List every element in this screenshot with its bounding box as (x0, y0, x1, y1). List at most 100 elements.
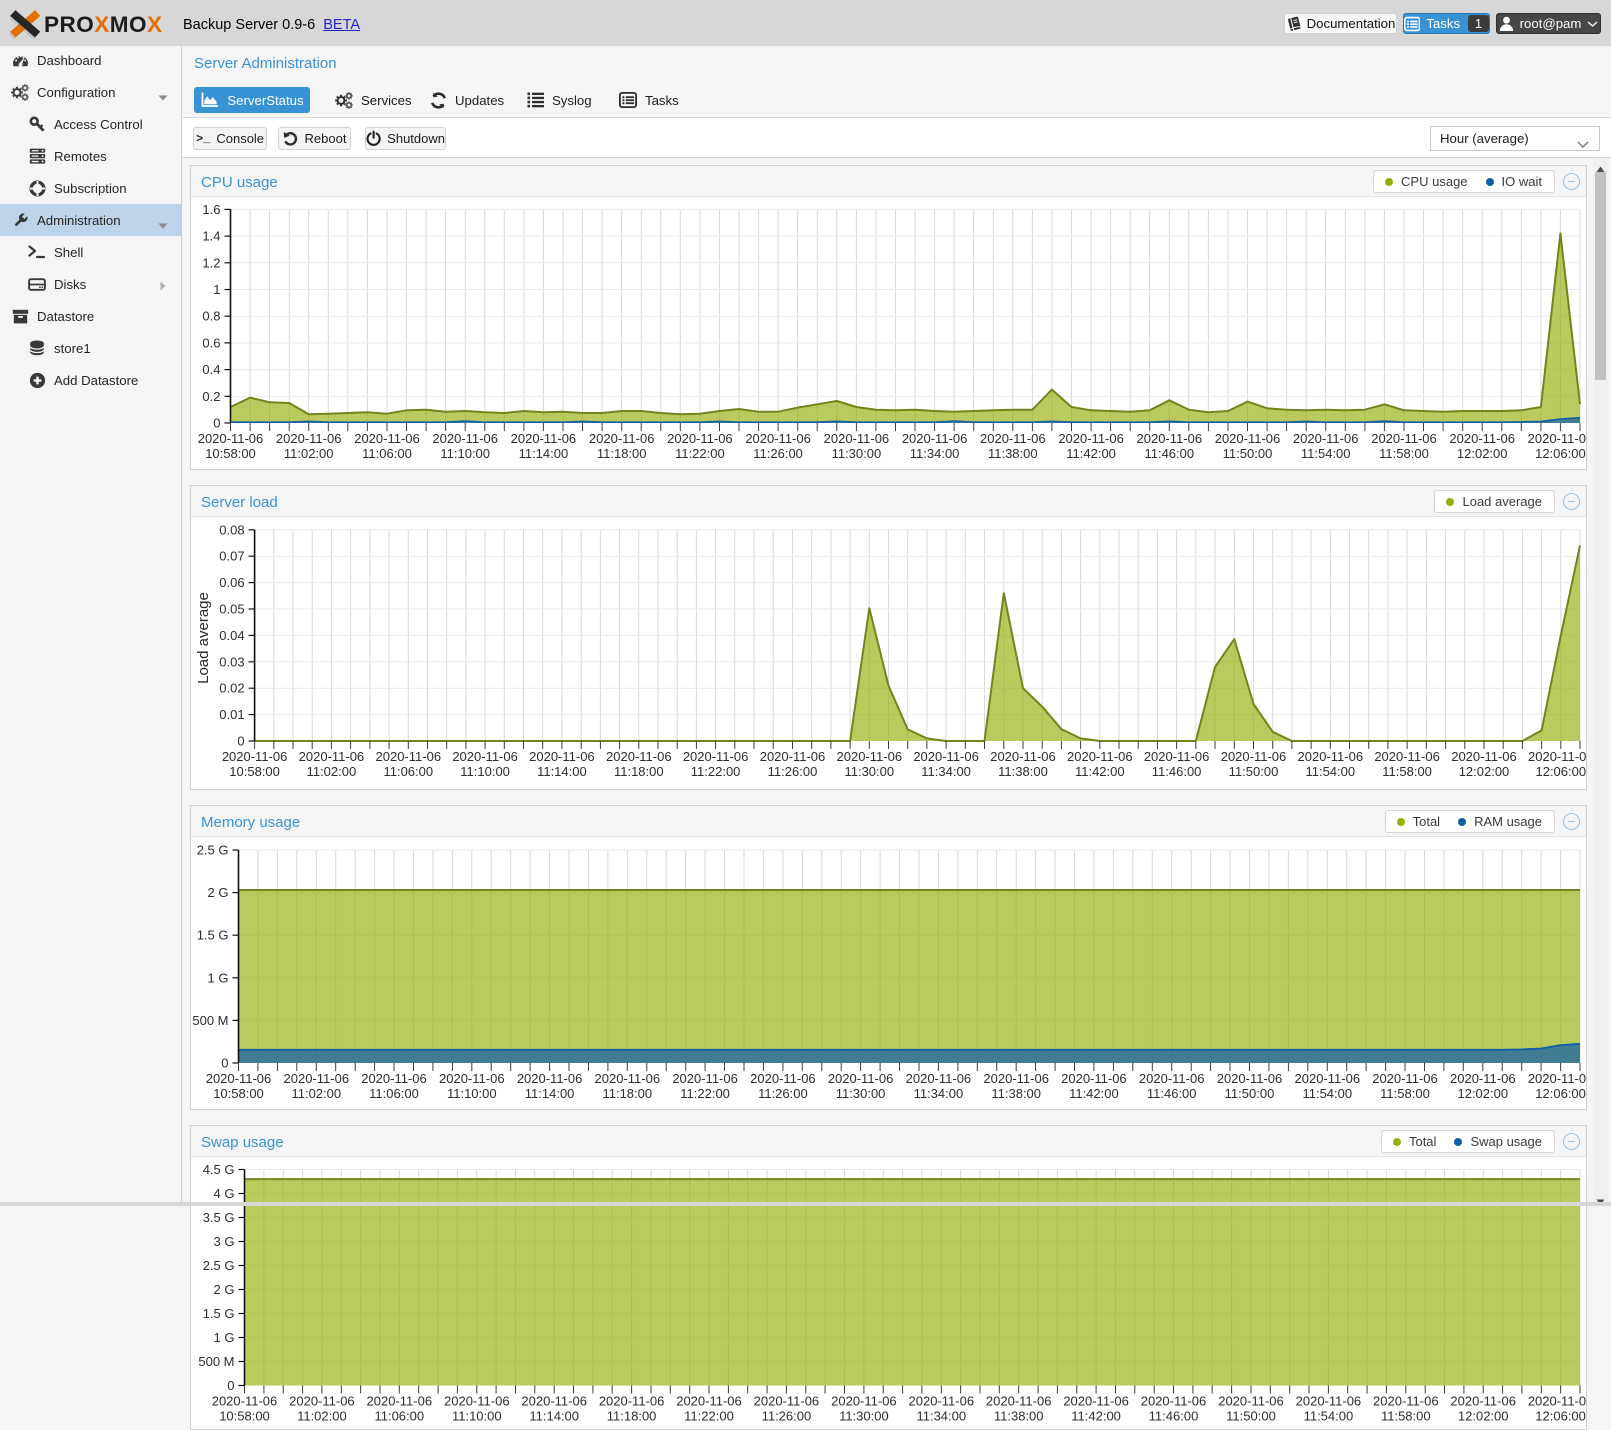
svg-text:4.5 G: 4.5 G (203, 1162, 235, 1177)
svg-text:11:18:00: 11:18:00 (614, 764, 664, 779)
svg-text:2020-11-06: 2020-11-06 (1372, 1071, 1438, 1086)
svg-text:2020-11-06: 2020-11-06 (667, 431, 733, 446)
svg-text:0.08: 0.08 (219, 522, 244, 537)
svg-text:1.5 G: 1.5 G (197, 928, 229, 943)
svg-text:0.03: 0.03 (219, 654, 244, 669)
svg-text:2020-11-06: 2020-11-06 (1293, 431, 1359, 446)
svg-text:2020-11-06: 2020-11-06 (824, 431, 890, 446)
svg-text:1.6: 1.6 (202, 202, 220, 217)
svg-text:1.4: 1.4 (202, 229, 220, 244)
svg-text:11:18:00: 11:18:00 (597, 446, 647, 461)
svg-text:2020-11-06: 2020-11-06 (361, 1071, 427, 1086)
svg-text:2 G: 2 G (214, 1282, 235, 1297)
svg-text:11:14:00: 11:14:00 (519, 446, 569, 461)
svg-text:0.4: 0.4 (202, 362, 220, 377)
svg-text:2.5 G: 2.5 G (203, 1258, 235, 1273)
svg-text:11:54:00: 11:54:00 (1304, 1409, 1354, 1424)
svg-text:11:46:00: 11:46:00 (1152, 764, 1202, 779)
svg-text:2020-11-06: 2020-11-06 (1374, 749, 1440, 764)
svg-text:2020-11-06: 2020-11-06 (909, 1394, 975, 1409)
svg-text:11:14:00: 11:14:00 (537, 764, 587, 779)
svg-text:500 M: 500 M (198, 1354, 234, 1369)
svg-text:2020-11-06: 2020-11-06 (452, 749, 518, 764)
svg-text:11:46:00: 11:46:00 (1147, 1086, 1197, 1101)
svg-text:2020-11-06: 2020-11-06 (206, 1071, 272, 1086)
svg-text:11:26:00: 11:26:00 (762, 1409, 812, 1424)
svg-text:11:58:00: 11:58:00 (1382, 764, 1432, 779)
svg-text:11:10:00: 11:10:00 (452, 1409, 502, 1424)
svg-text:12:06:00: 12:06:00 (1535, 446, 1586, 461)
svg-text:2020-11-06: 2020-11-06 (367, 1394, 433, 1409)
svg-text:11:22:00: 11:22:00 (675, 446, 725, 461)
svg-text:2020-11-06: 2020-11-06 (521, 1394, 587, 1409)
svg-text:2020-11-06: 2020-11-06 (354, 431, 420, 446)
svg-text:2020-11-06: 2020-11-06 (1221, 749, 1287, 764)
svg-text:11:46:00: 11:46:00 (1144, 446, 1194, 461)
svg-text:4 G: 4 G (214, 1186, 235, 1201)
svg-text:11:50:00: 11:50:00 (1225, 1086, 1275, 1101)
svg-text:2020-11-06: 2020-11-06 (606, 749, 672, 764)
svg-text:11:34:00: 11:34:00 (910, 446, 960, 461)
svg-text:11:14:00: 11:14:00 (529, 1409, 579, 1424)
svg-text:2020-11-06: 2020-11-06 (1451, 749, 1517, 764)
svg-text:11:26:00: 11:26:00 (753, 446, 803, 461)
svg-text:2020-11-06: 2020-11-06 (1061, 1071, 1127, 1086)
svg-text:0: 0 (213, 416, 220, 431)
svg-text:2020-11-06: 2020-11-06 (198, 431, 264, 446)
svg-text:11:14:00: 11:14:00 (525, 1086, 575, 1101)
svg-text:11:50:00: 11:50:00 (1226, 1409, 1276, 1424)
svg-text:2020-11-06: 2020-11-06 (212, 1394, 278, 1409)
svg-text:11:06:00: 11:06:00 (369, 1086, 419, 1101)
svg-text:0.07: 0.07 (219, 549, 244, 564)
svg-text:12:06:00: 12:06:00 (1535, 1086, 1586, 1101)
svg-text:2020-11-06: 2020-11-06 (444, 1394, 510, 1409)
svg-text:2020-11-06: 2020-11-06 (432, 431, 498, 446)
svg-text:11:54:00: 11:54:00 (1305, 764, 1355, 779)
svg-text:10:58:00: 10:58:00 (205, 446, 256, 461)
svg-text:11:50:00: 11:50:00 (1229, 764, 1279, 779)
svg-text:2020-11-06: 2020-11-06 (828, 1071, 894, 1086)
svg-text:10:58:00: 10:58:00 (213, 1086, 264, 1101)
svg-text:11:22:00: 11:22:00 (691, 764, 741, 779)
svg-text:11:42:00: 11:42:00 (1069, 1086, 1119, 1101)
svg-text:2020-11-06: 2020-11-06 (1371, 431, 1437, 446)
svg-text:2020-11-06: 2020-11-06 (439, 1071, 505, 1086)
svg-text:11:02:00: 11:02:00 (284, 446, 334, 461)
svg-text:11:54:00: 11:54:00 (1302, 1086, 1352, 1101)
svg-text:11:10:00: 11:10:00 (460, 764, 510, 779)
svg-text:11:42:00: 11:42:00 (1075, 764, 1125, 779)
svg-text:2020-11-06: 2020-11-06 (289, 1394, 355, 1409)
svg-text:11:58:00: 11:58:00 (1380, 1086, 1430, 1101)
svg-text:2020-11-06: 2020-11-06 (1067, 749, 1133, 764)
svg-text:2020-11-06: 2020-11-06 (831, 1394, 897, 1409)
svg-text:0.02: 0.02 (219, 681, 244, 696)
svg-text:2020-11-06: 2020-11-06 (760, 749, 826, 764)
svg-text:1 G: 1 G (214, 1330, 235, 1345)
svg-text:2020-11-06: 2020-11-06 (983, 1071, 1049, 1086)
svg-text:11:38:00: 11:38:00 (994, 1409, 1044, 1424)
svg-text:11:18:00: 11:18:00 (602, 1086, 652, 1101)
svg-text:11:58:00: 11:58:00 (1381, 1409, 1431, 1424)
svg-text:2020-11-06: 2020-11-06 (511, 431, 577, 446)
svg-text:2020-11-06: 2020-11-06 (990, 749, 1056, 764)
svg-text:2020-11-06: 2020-11-06 (1296, 1394, 1362, 1409)
svg-text:2020-11-06: 2020-11-06 (1215, 431, 1281, 446)
svg-text:500 M: 500 M (192, 1013, 228, 1028)
svg-text:11:50:00: 11:50:00 (1223, 446, 1273, 461)
svg-text:2020-11-06: 2020-11-06 (1528, 431, 1586, 446)
svg-text:2020-11-06: 2020-11-06 (284, 1071, 350, 1086)
svg-text:0.6: 0.6 (202, 335, 220, 350)
svg-text:2020-11-06: 2020-11-06 (1450, 1071, 1516, 1086)
svg-text:12:02:00: 12:02:00 (1458, 1409, 1509, 1424)
svg-text:11:06:00: 11:06:00 (383, 764, 433, 779)
svg-text:2020-11-06: 2020-11-06 (1141, 1394, 1207, 1409)
svg-text:11:34:00: 11:34:00 (916, 1409, 966, 1424)
svg-text:0.8: 0.8 (202, 309, 220, 324)
svg-text:0.01: 0.01 (219, 707, 244, 722)
svg-text:2020-11-06: 2020-11-06 (599, 1394, 665, 1409)
svg-text:2020-11-06: 2020-11-06 (1528, 1071, 1586, 1086)
svg-text:2020-11-06: 2020-11-06 (1298, 749, 1364, 764)
svg-text:10:58:00: 10:58:00 (219, 1409, 270, 1424)
svg-text:0.06: 0.06 (219, 575, 244, 590)
svg-text:11:38:00: 11:38:00 (991, 1086, 1041, 1101)
